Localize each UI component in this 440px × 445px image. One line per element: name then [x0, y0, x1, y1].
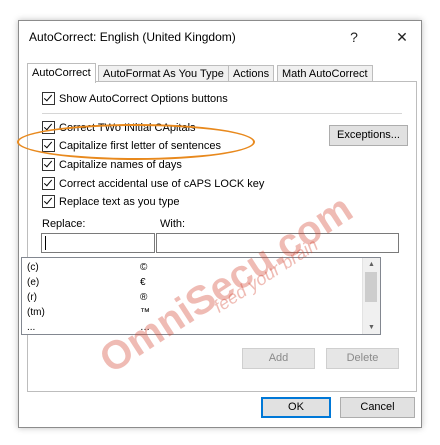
cancel-button[interactable]: Cancel	[340, 397, 415, 418]
checkbox-label: Capitalize names of days	[59, 158, 182, 171]
show-autocorrect-options-checkbox[interactable]: Show AutoCorrect Options buttons	[42, 91, 228, 106]
list-item-replace: (r)	[27, 292, 37, 303]
checkbox-label: Correct accidental use of cAPS LOCK key	[59, 177, 265, 190]
with-label: With:	[160, 218, 186, 230]
replace-label: Replace:	[42, 218, 86, 230]
scroll-thumb[interactable]	[365, 272, 377, 302]
list-item-with: €	[140, 277, 146, 288]
tab-math-autocorrect[interactable]: Math AutoCorrect	[277, 65, 373, 82]
replace-text-as-you-type-checkbox[interactable]: Replace text as you type	[42, 194, 179, 209]
list-item[interactable]: (c) ©	[27, 261, 357, 275]
text-caret	[45, 236, 46, 250]
checkbox-box[interactable]	[42, 195, 55, 208]
replace-input[interactable]	[41, 233, 155, 253]
tab-autoformat-as-you-type[interactable]: AutoFormat As You Type	[98, 65, 229, 82]
dialog-title: AutoCorrect: English (United Kingdom)	[29, 30, 236, 44]
checkbox-box[interactable]	[42, 92, 55, 105]
tab-actions[interactable]: Actions	[228, 65, 275, 82]
checkbox-box[interactable]	[42, 177, 55, 190]
list-scrollbar[interactable]: ▲ ▼	[362, 258, 380, 334]
correct-caps-lock-checkbox[interactable]: Correct accidental use of cAPS LOCK key	[42, 176, 264, 191]
help-icon[interactable]: ?	[341, 25, 367, 49]
list-item-replace: (c)	[27, 262, 39, 273]
list-item-with: ®	[140, 292, 148, 303]
delete-button[interactable]: Delete	[326, 348, 399, 369]
list-item-replace: (e)	[27, 277, 40, 288]
highlight-ellipse	[17, 124, 255, 160]
scroll-up-arrow-icon[interactable]: ▲	[363, 258, 380, 271]
checkbox-box[interactable]	[42, 158, 55, 171]
scroll-down-arrow-icon[interactable]: ▼	[363, 321, 380, 334]
tab-autocorrect[interactable]: AutoCorrect	[27, 63, 96, 83]
checkbox-label: Replace text as you type	[59, 195, 180, 208]
separator	[42, 113, 402, 114]
exceptions-button[interactable]: Exceptions...	[329, 125, 408, 146]
add-button[interactable]: Add	[242, 348, 315, 369]
list-item-replace: (tm)	[27, 307, 45, 318]
ok-button[interactable]: OK	[261, 397, 331, 418]
checkbox-label: Show AutoCorrect Options buttons	[59, 92, 228, 105]
list-item-replace: ...	[27, 322, 36, 333]
close-icon[interactable]: ✕	[389, 25, 415, 49]
list-item-with: ©	[140, 262, 148, 273]
